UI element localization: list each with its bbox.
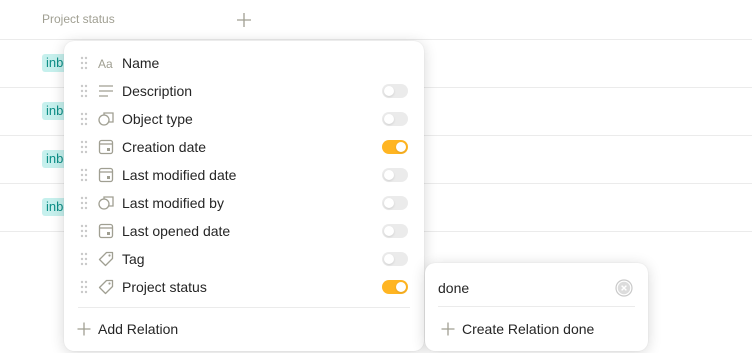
relation-item-name[interactable]: Aa Name [64,49,424,77]
toggle-knob [396,142,406,152]
calendar-icon [97,166,115,184]
toggle-knob [384,86,394,96]
relation-item-label: Project status [122,279,207,295]
create-relation-label: Create Relation done [462,321,595,337]
svg-text:Aa: Aa [98,57,113,71]
drag-handle-icon[interactable] [80,168,88,182]
tag-icon [97,250,115,268]
relation-item-label: Description [122,83,193,99]
object-shapes-icon [97,110,115,128]
column-header-project-status[interactable]: Project status [42,12,115,26]
visibility-toggle[interactable] [382,140,408,154]
create-relation-button[interactable]: Create Relation done [438,315,638,343]
drag-handle-icon[interactable] [80,140,88,154]
menu-divider [78,307,410,308]
object-shapes-icon [97,194,115,212]
drag-handle-icon[interactable] [80,280,88,294]
relation-item-label: Last modified by [122,195,224,211]
visibility-toggle[interactable] [382,224,408,238]
drag-handle-icon[interactable] [80,84,88,98]
visibility-toggle[interactable] [382,252,408,266]
visibility-toggle[interactable] [382,168,408,182]
toggle-knob [384,254,394,264]
search-divider [438,306,635,307]
plus-icon [76,321,92,337]
text-lines-icon [97,82,115,100]
table-header-row: Project status [0,0,752,40]
visibility-toggle[interactable] [382,280,408,294]
relation-item-label: Object type [122,111,193,127]
toggle-knob [384,198,394,208]
visibility-toggle[interactable] [382,112,408,126]
add-column-plus-icon[interactable] [235,11,253,29]
plus-icon [440,321,456,337]
toggle-knob [384,170,394,180]
relation-search-input[interactable] [438,279,608,297]
relation-item-label: Name [122,55,160,71]
calendar-icon [97,222,115,240]
drag-handle-icon[interactable] [80,56,88,70]
relation-item-label: Last opened date [122,223,231,239]
relations-menu: Add Relation Aa Name Description Object typ… [64,41,424,351]
drag-handle-icon[interactable] [80,196,88,210]
add-relation-label: Add Relation [98,321,179,337]
relation-item-last-modified-by[interactable]: Last modified by [64,189,424,217]
relation-item-project-status[interactable]: Project status [64,273,424,301]
drag-handle-icon[interactable] [80,112,88,126]
relation-item-description[interactable]: Description [64,77,424,105]
clear-search-icon[interactable] [615,279,633,297]
relation-item-last-opened-date[interactable]: Last opened date [64,217,424,245]
relation-item-label: Last modified date [122,167,237,183]
tag-icon [97,278,115,296]
visibility-toggle[interactable] [382,84,408,98]
text-aa-icon: Aa [97,54,115,72]
toggle-knob [396,282,406,292]
drag-handle-icon[interactable] [80,224,88,238]
relation-item-object-type[interactable]: Object type [64,105,424,133]
relation-search-popup: Create Relation done [425,263,648,351]
relation-item-creation-date[interactable]: Creation date [64,133,424,161]
calendar-icon [97,138,115,156]
add-relation-button[interactable]: Add Relation [76,315,276,343]
relation-item-label: Tag [122,251,145,267]
relation-item-tag[interactable]: Tag [64,245,424,273]
relation-item-last-modified-date[interactable]: Last modified date [64,161,424,189]
visibility-toggle[interactable] [382,196,408,210]
toggle-knob [384,226,394,236]
toggle-knob [384,114,394,124]
drag-handle-icon[interactable] [80,252,88,266]
relation-item-label: Creation date [122,139,207,155]
